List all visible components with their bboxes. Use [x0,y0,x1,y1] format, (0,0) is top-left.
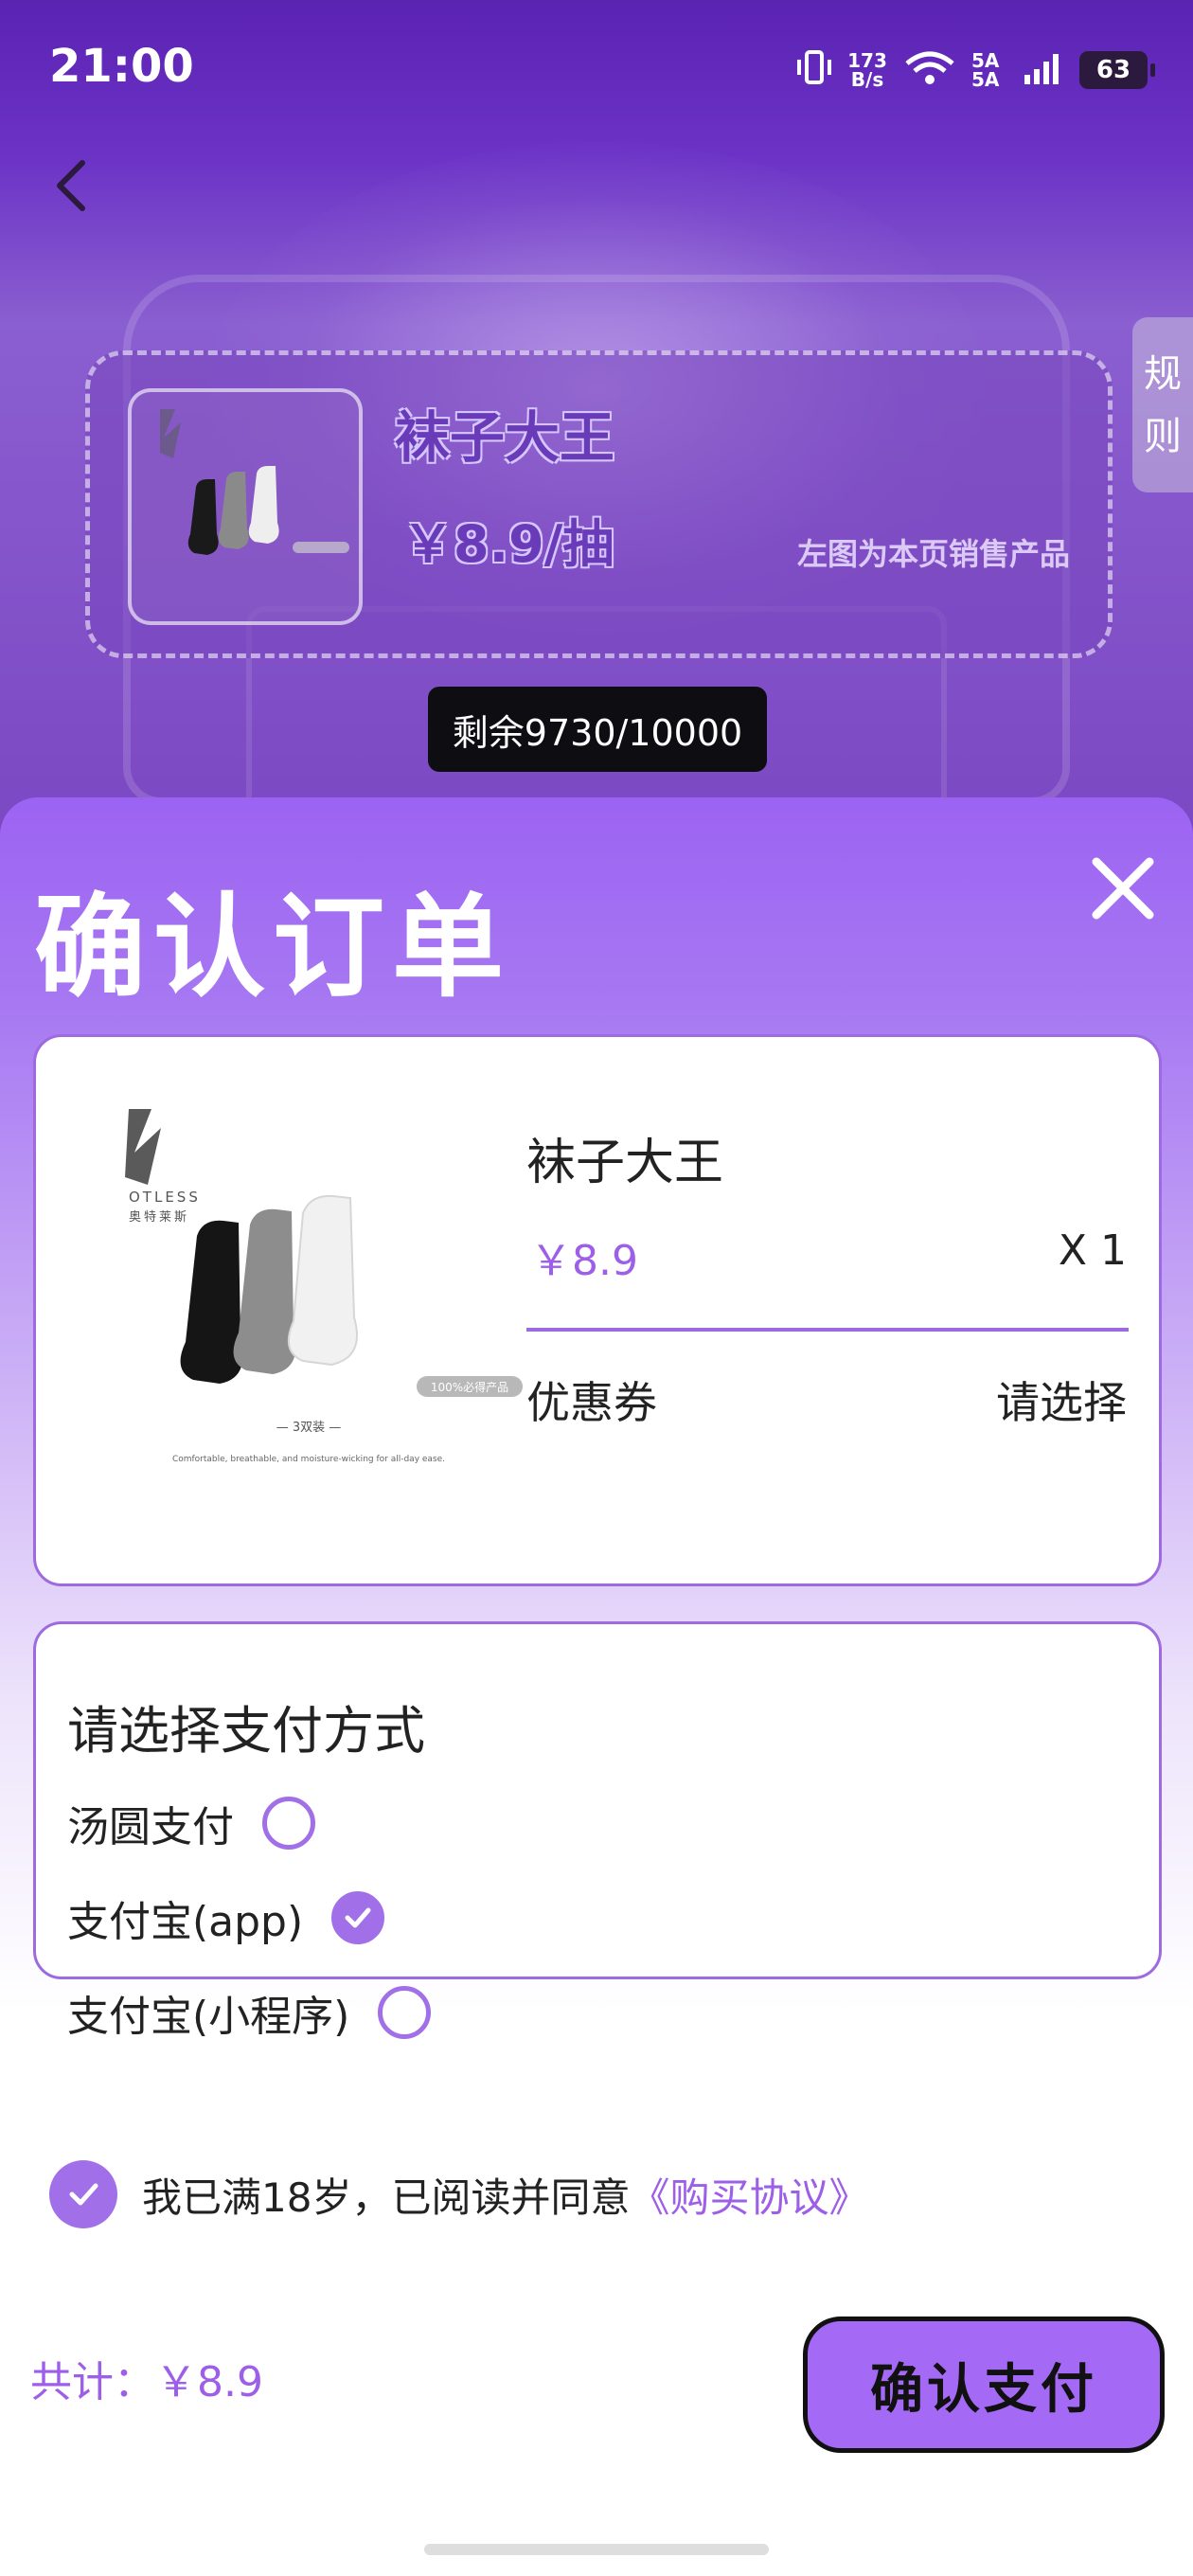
order-quantity: X 1 [1058,1226,1127,1275]
payment-option-alipay-miniprogram[interactable]: 支付宝(小程序) [67,1982,432,2043]
prize-note: 左图为本页销售产品 [796,536,1070,572]
total-amount: 共计：￥8.9 [30,2358,263,2406]
order-image-desc: Comfortable, breathable, and moisture-wi… [172,1455,445,1464]
net-speed: 173 B/s [847,49,887,91]
wifi-icon [901,48,958,93]
home-indicator[interactable] [424,2544,769,2555]
coupon-select[interactable]: 请选择 [996,1368,1127,1431]
payment-option-label: 支付宝(小程序) [67,1993,350,2041]
coupon-label: 优惠券 [526,1377,657,1428]
status-icons: 173 B/s 5A 5A 63 [795,47,1155,93]
order-price: ￥8.9 [530,1237,638,1285]
payment-option-label: 支付宝(app) [67,1898,304,1946]
prize-product-image [128,388,363,625]
back-button[interactable] [34,148,110,224]
signal-label: 5A 5A [971,49,1000,91]
status-time: 21:00 [49,40,194,93]
radio-checked-icon[interactable] [331,1891,385,1944]
remaining-count: 剩余9730/10000 [428,687,767,772]
order-image-tag: 100%必得产品 [431,1380,508,1394]
rules-button[interactable]: 规 则 [1132,317,1193,492]
prize-card: 袜子大王 ￥8.9/抽 左图为本页销售产品 [85,350,1113,658]
order-brand: OTLESS [129,1189,201,1206]
sheet-title: 确认订单 [34,882,512,1012]
agreement-text: 我已满18岁，已阅读并同意 [142,2174,631,2221]
payment-title: 请选择支付方式 [67,1701,425,1761]
status-bar: 21:00 173 B/s 5A 5A 63 [0,0,1193,137]
purchase-agreement-link[interactable]: 《购买协议》 [630,2174,868,2221]
vibrate-icon [795,48,833,93]
order-product-name: 袜子大王 [526,1135,724,1191]
order-card: OTLESS 奥特莱斯 100%必得产品 — 3双装 — Comfortable… [33,1034,1162,1586]
rules-char-1: 规 [1144,351,1182,396]
confirm-pay-button[interactable]: 确认支付 [803,2317,1165,2453]
confirm-order-sheet: 确认订单 OTLESS 奥特莱斯 100%必得产品 — 3双装 — Comfor… [0,797,1193,2531]
payment-option-label: 汤圆支付 [67,1803,234,1852]
agreement-row: 我已满18岁，已阅读并同意《购买协议》 [49,2158,868,2230]
payment-option-alipay-app[interactable]: 支付宝(app) [67,1887,385,1948]
order-divider [526,1328,1129,1332]
order-product-image: OTLESS 奥特莱斯 100%必得产品 — 3双装 — Comfortable… [91,1103,526,1520]
payment-method-card: 请选择支付方式 汤圆支付 支付宝(app) 支付宝(小程序) [33,1621,1162,2041]
battery-indicator: 63 [1079,51,1155,89]
order-brand-cn: 奥特莱斯 [129,1210,189,1225]
close-button[interactable] [1079,845,1166,932]
prize-name: 袜子大王 [395,405,615,470]
rules-char-2: 则 [1144,414,1182,458]
agreement-checkbox-icon[interactable] [49,2160,117,2228]
chevron-left-icon [57,160,85,211]
radio-unchecked-icon[interactable] [378,1986,432,2039]
signal-icon [1023,48,1066,93]
close-icon [1092,857,1154,920]
prize-price: ￥8.9/抽 [402,514,614,574]
radio-unchecked-icon[interactable] [262,1797,315,1850]
payment-option-tangyuan[interactable]: 汤圆支付 [67,1793,315,1853]
order-image-caption: — 3双装 — [276,1421,342,1435]
